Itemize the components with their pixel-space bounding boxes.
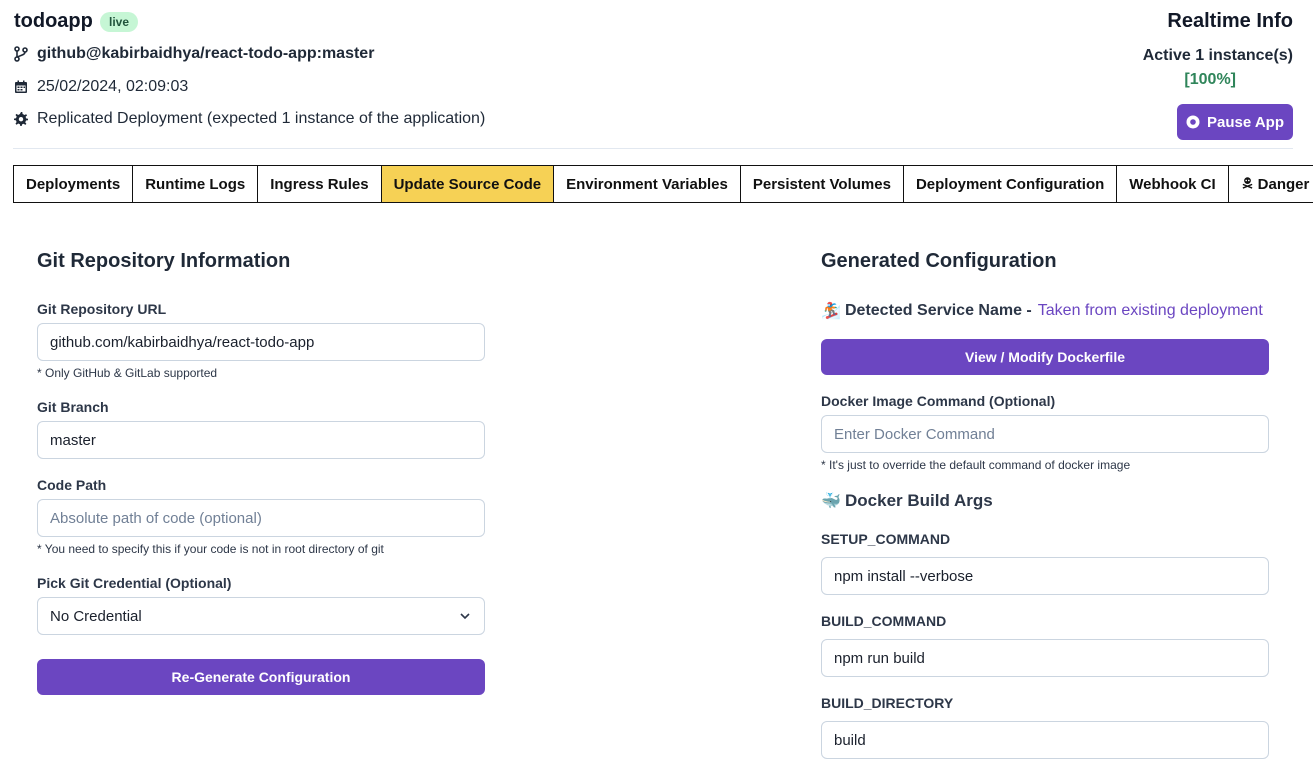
deployment-type-text: Replicated Deployment (expected 1 instan… bbox=[37, 110, 486, 127]
build-args-title: 🐳 Docker Build Args bbox=[821, 491, 993, 511]
deployment-type: Replicated Deployment (expected 1 instan… bbox=[13, 110, 485, 128]
calendar-icon bbox=[13, 79, 29, 95]
detected-label: Detected Service Name - bbox=[845, 302, 1032, 319]
arg-build-directory-input[interactable] bbox=[821, 721, 1269, 759]
regenerate-config-button[interactable]: Re-Generate Configuration bbox=[37, 659, 485, 695]
detected-service-name: 🏂 Detected Service Name - Taken from exi… bbox=[821, 301, 1263, 321]
pause-app-button[interactable]: Pause App bbox=[1177, 104, 1293, 140]
repo-text: github@kabirbaidhya/react-todo-app:maste… bbox=[37, 45, 375, 62]
date-text: 25/02/2024, 02:09:03 bbox=[37, 78, 189, 95]
git-section-title: Git Repository Information bbox=[37, 250, 291, 272]
tab-update-source-code[interactable]: Update Source Code bbox=[380, 165, 555, 203]
pause-circle-icon bbox=[1186, 115, 1200, 129]
header-divider bbox=[13, 148, 1293, 149]
tab-deployments[interactable]: Deployments bbox=[13, 165, 134, 203]
docker-cmd-label: Docker Image Command (Optional) bbox=[821, 393, 1056, 409]
app-header: todoapp live github@kabirbaidhya/react-t… bbox=[0, 0, 1313, 150]
arg-build-command-input[interactable] bbox=[821, 639, 1269, 677]
arg-setup-command-input[interactable] bbox=[821, 557, 1269, 595]
code-path-hint: * You need to specify this if your code … bbox=[37, 542, 384, 556]
code-path-input[interactable] bbox=[37, 499, 485, 537]
realtime-title: Realtime Info bbox=[1167, 10, 1293, 32]
active-instances: Active 1 instance(s) bbox=[1142, 47, 1293, 64]
chevron-down-icon bbox=[458, 609, 472, 623]
skull-crossbones-icon bbox=[1241, 176, 1254, 193]
repo-info: github@kabirbaidhya/react-todo-app:maste… bbox=[13, 45, 374, 63]
git-url-input[interactable] bbox=[37, 323, 485, 361]
docker-cmd-input[interactable] bbox=[821, 415, 1269, 453]
credential-label: Pick Git Credential (Optional) bbox=[37, 575, 232, 591]
status-badge: live bbox=[100, 12, 139, 32]
build-args-text: Docker Build Args bbox=[845, 491, 993, 510]
app-name: todoapp bbox=[14, 10, 93, 32]
code-path-label: Code Path bbox=[37, 477, 107, 493]
git-branch-label: Git Branch bbox=[37, 399, 109, 415]
git-url-hint: * Only GitHub & GitLab supported bbox=[37, 366, 218, 380]
tab-danger-zone-label: Danger Zone bbox=[1257, 175, 1313, 193]
git-branch-icon bbox=[13, 46, 29, 62]
tab-environment-variables[interactable]: Environment Variables bbox=[553, 165, 741, 203]
arg-setup-command-label: SETUP_COMMAND bbox=[821, 531, 951, 547]
config-section-title: Generated Configuration bbox=[821, 250, 1057, 272]
whale-icon: 🐳 bbox=[821, 493, 841, 510]
gear-icon bbox=[13, 111, 29, 127]
tab-deployment-configuration[interactable]: Deployment Configuration bbox=[902, 165, 1118, 203]
tab-danger-zone[interactable]: Danger Zone bbox=[1227, 165, 1313, 203]
instance-percent: [100%] bbox=[1184, 71, 1236, 88]
git-url-label: Git Repository URL bbox=[37, 301, 167, 317]
tab-bar: Deployments Runtime Logs Ingress Rules U… bbox=[13, 165, 1313, 203]
tab-webhook-ci[interactable]: Webhook CI bbox=[1116, 165, 1229, 203]
tab-ingress-rules[interactable]: Ingress Rules bbox=[257, 165, 382, 203]
pause-app-label: Pause App bbox=[1207, 113, 1284, 131]
tab-persistent-volumes[interactable]: Persistent Volumes bbox=[739, 165, 904, 203]
git-branch-input[interactable] bbox=[37, 421, 485, 459]
docker-cmd-hint: * It's just to override the default comm… bbox=[821, 458, 1131, 472]
snowboarder-icon: 🏂 bbox=[821, 303, 841, 320]
tab-runtime-logs[interactable]: Runtime Logs bbox=[132, 165, 259, 203]
credential-select[interactable]: No Credential bbox=[37, 597, 485, 635]
arg-build-command-label: BUILD_COMMAND bbox=[821, 613, 947, 629]
deploy-date: 25/02/2024, 02:09:03 bbox=[13, 78, 188, 96]
arg-build-directory-label: BUILD_DIRECTORY bbox=[821, 695, 954, 711]
view-dockerfile-button[interactable]: View / Modify Dockerfile bbox=[821, 339, 1269, 375]
credential-value: No Credential bbox=[50, 607, 142, 625]
detected-value: Taken from existing deployment bbox=[1037, 302, 1263, 319]
